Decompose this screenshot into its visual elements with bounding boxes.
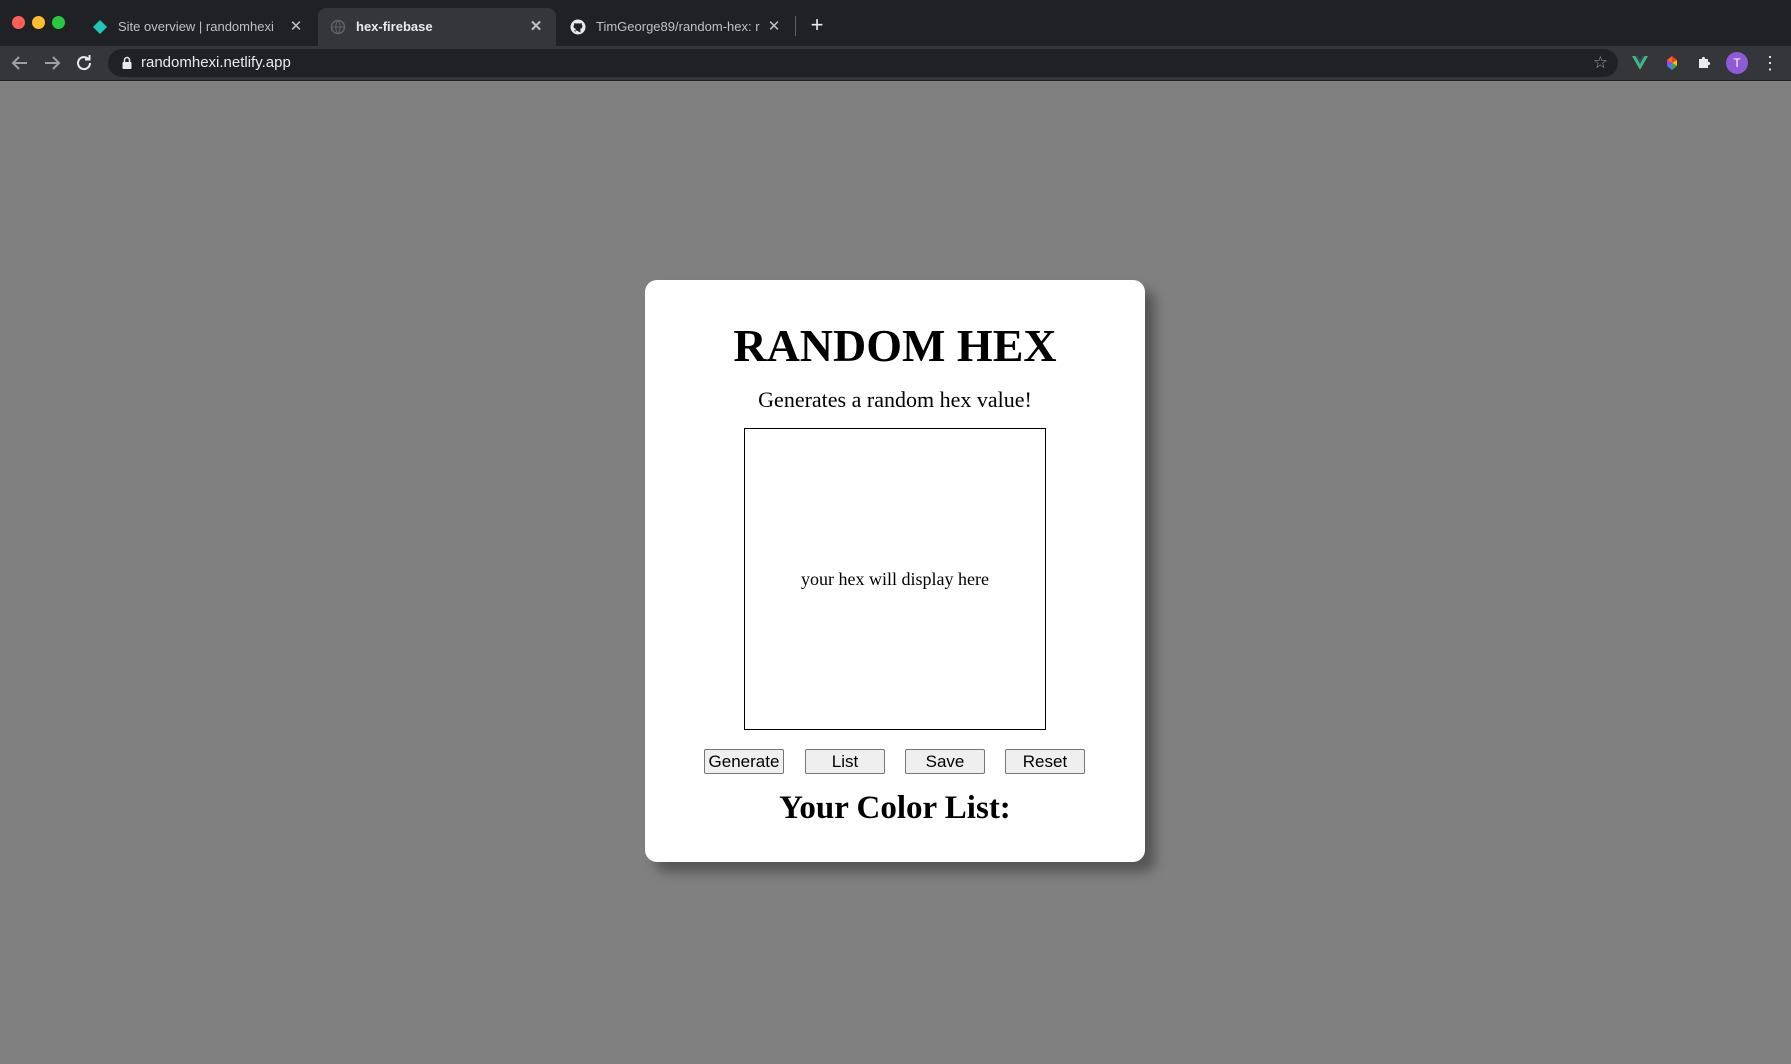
more-menu-icon[interactable]: ⋮ <box>1761 51 1779 75</box>
extensions-puzzle-icon[interactable] <box>1694 53 1714 73</box>
address-bar[interactable]: randomhexi.netlify.app ☆ <box>108 49 1618 77</box>
tab-close-icon[interactable]: ✕ <box>286 17 306 37</box>
forward-icon[interactable] <box>40 51 64 75</box>
globe-icon <box>330 19 346 35</box>
zoom-window-button[interactable] <box>52 16 65 29</box>
back-icon[interactable] <box>8 51 32 75</box>
tab-close-icon[interactable]: ✕ <box>764 17 784 37</box>
tab-label: Site overview | randomhexi <box>118 19 274 34</box>
netlify-icon <box>92 19 108 35</box>
random-hex-card: RANDOM HEX Generates a random hex value!… <box>645 280 1145 862</box>
minimize-window-button[interactable] <box>32 16 45 29</box>
browser-window: Site overview | randomhexi ✕ hex-firebas… <box>0 0 1791 1064</box>
tab-label: hex-firebase <box>356 19 433 34</box>
color-picker-extension-icon[interactable] <box>1662 53 1682 73</box>
page-title: RANDOM HEX <box>733 320 1057 371</box>
profile-avatar[interactable]: T <box>1726 52 1748 74</box>
tab-strip: Site overview | randomhexi ✕ hex-firebas… <box>0 0 1791 46</box>
tab-divider <box>795 16 796 36</box>
tab-hex-firebase[interactable]: hex-firebase ✕ <box>318 8 556 46</box>
new-tab-button[interactable]: + <box>804 13 830 39</box>
list-button[interactable]: List <box>805 749 885 774</box>
hex-display-placeholder: your hex will display here <box>801 568 989 589</box>
vue-devtools-icon[interactable] <box>1630 53 1650 73</box>
lock-icon <box>120 56 134 70</box>
bookmark-star-icon[interactable]: ☆ <box>1593 52 1608 74</box>
generate-button[interactable]: Generate <box>704 749 784 774</box>
page-subtitle: Generates a random hex value! <box>758 387 1032 412</box>
url-text: randomhexi.netlify.app <box>141 54 291 71</box>
color-list-heading: Your Color List: <box>779 790 1011 826</box>
reload-icon[interactable] <box>72 51 96 75</box>
tab-site-overview[interactable]: Site overview | randomhexi ✕ <box>80 8 316 46</box>
close-window-button[interactable] <box>12 16 25 29</box>
reset-button[interactable]: Reset <box>1005 749 1085 774</box>
hex-display-box: your hex will display here <box>744 428 1046 730</box>
tab-label: TimGeorge89/random-hex: ran <box>596 19 760 34</box>
github-icon <box>570 19 586 35</box>
save-button[interactable]: Save <box>905 749 985 774</box>
tab-github-random-hex[interactable]: TimGeorge89/random-hex: ran ✕ <box>558 8 794 46</box>
tab-close-icon[interactable]: ✕ <box>526 17 546 37</box>
browser-toolbar: randomhexi.netlify.app ☆ T ⋮ <box>0 46 1791 81</box>
page-viewport: RANDOM HEX Generates a random hex value!… <box>0 81 1791 1064</box>
